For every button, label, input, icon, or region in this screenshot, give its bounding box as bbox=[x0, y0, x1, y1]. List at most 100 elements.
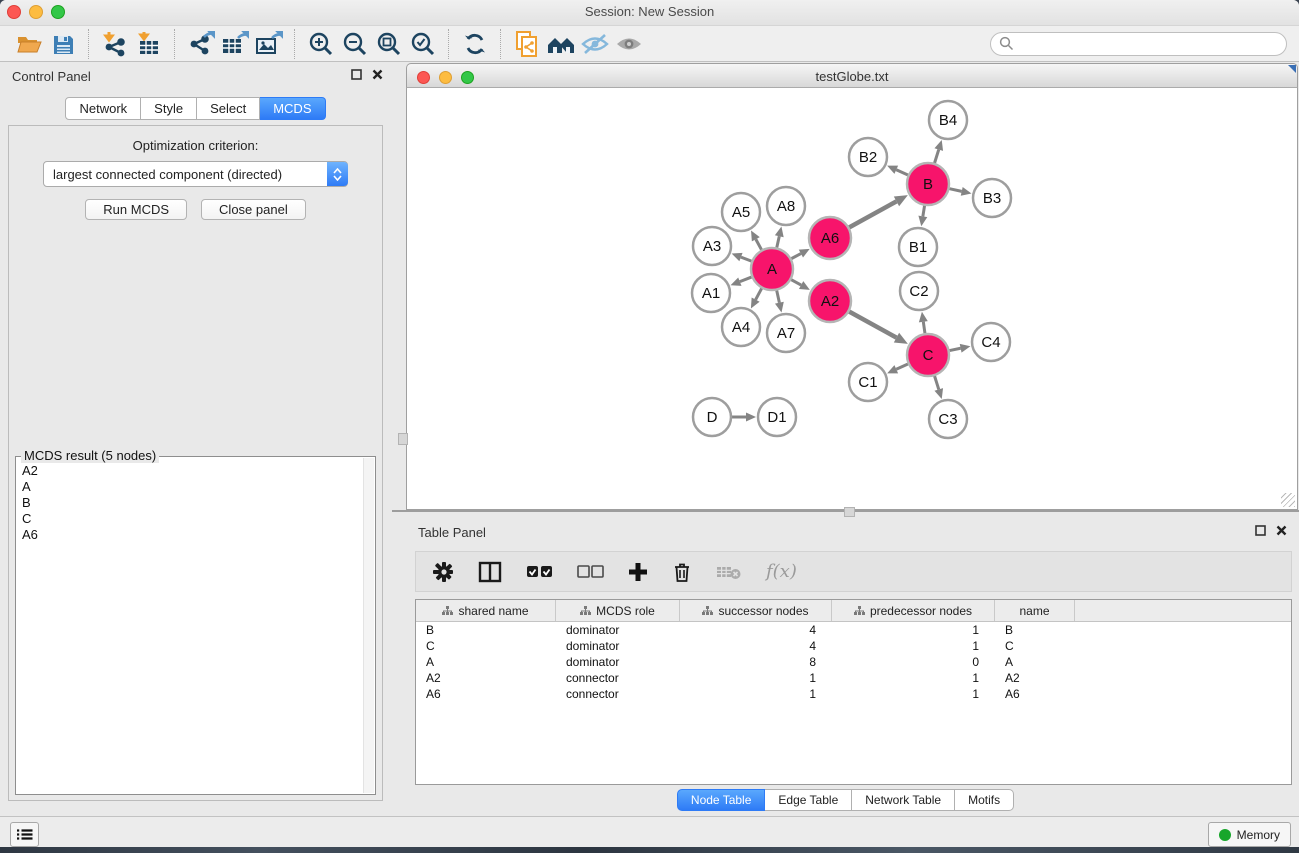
mcds-result-item[interactable]: A2 bbox=[22, 463, 375, 479]
edge-A-A3[interactable] bbox=[741, 257, 752, 261]
node-C[interactable]: C bbox=[907, 334, 949, 376]
float-panel-icon[interactable] bbox=[1255, 525, 1266, 536]
export-table-icon[interactable] bbox=[218, 29, 252, 59]
float-panel-icon[interactable] bbox=[351, 69, 362, 80]
edge-A-A4[interactable] bbox=[756, 288, 762, 299]
mcds-result-item[interactable]: B bbox=[22, 495, 375, 511]
criterion-select[interactable]: largest connected component (directed) bbox=[43, 161, 348, 187]
maximize-view-icon[interactable] bbox=[1288, 65, 1296, 73]
column-view-icon[interactable] bbox=[478, 561, 502, 583]
table-tab-motifs[interactable]: Motifs bbox=[955, 789, 1014, 811]
node-D1[interactable]: D1 bbox=[758, 398, 796, 436]
deselect-all-icon[interactable] bbox=[577, 565, 604, 579]
search-input[interactable] bbox=[1014, 36, 1278, 52]
save-session-icon[interactable] bbox=[46, 29, 80, 59]
new-network-from-selection-icon[interactable] bbox=[510, 29, 544, 59]
edge-C-C2[interactable] bbox=[923, 322, 925, 334]
delete-column-icon[interactable] bbox=[672, 561, 692, 583]
edge-A-A8[interactable] bbox=[777, 236, 780, 247]
resize-grip-icon[interactable] bbox=[1281, 493, 1295, 507]
zoom-selected-icon[interactable] bbox=[406, 29, 440, 59]
edge-C-C1[interactable] bbox=[896, 364, 908, 369]
mcds-result-item[interactable]: A6 bbox=[22, 527, 375, 543]
import-table-icon[interactable] bbox=[132, 29, 166, 59]
table-row[interactable]: A6connector11A6 bbox=[416, 686, 1291, 702]
zoom-out-icon[interactable] bbox=[338, 29, 372, 59]
run-mcds-button[interactable]: Run MCDS bbox=[85, 199, 187, 220]
node-B4[interactable]: B4 bbox=[929, 101, 967, 139]
node-A5[interactable]: A5 bbox=[722, 193, 760, 231]
close-panel-icon[interactable] bbox=[372, 69, 383, 80]
tab-mcds[interactable]: MCDS bbox=[260, 97, 325, 120]
edge-A2-C[interactable] bbox=[849, 312, 896, 338]
add-column-icon[interactable] bbox=[628, 562, 648, 582]
edge-B-B2[interactable] bbox=[896, 170, 908, 175]
edge-B-B1[interactable] bbox=[923, 206, 925, 217]
table-row[interactable]: Bdominator41B bbox=[416, 622, 1291, 638]
first-neighbors-icon[interactable] bbox=[544, 29, 578, 59]
show-panels-button[interactable] bbox=[10, 822, 39, 847]
column-header-name[interactable]: name bbox=[995, 600, 1075, 621]
edge-A-A6[interactable] bbox=[791, 254, 800, 259]
edge-A6-B[interactable] bbox=[849, 201, 896, 227]
node-C3[interactable]: C3 bbox=[929, 400, 967, 438]
node-A[interactable]: A bbox=[751, 248, 793, 290]
show-all-icon[interactable] bbox=[612, 29, 646, 59]
node-A7[interactable]: A7 bbox=[767, 314, 805, 352]
table-row[interactable]: Adominator80A bbox=[416, 654, 1291, 670]
node-A8[interactable]: A8 bbox=[767, 187, 805, 225]
edge-A-A1[interactable] bbox=[740, 277, 752, 282]
edge-C-C4[interactable] bbox=[950, 348, 961, 350]
edge-A-A7[interactable] bbox=[777, 290, 780, 302]
edge-B-B4[interactable] bbox=[935, 150, 939, 163]
column-header-predecessor-nodes[interactable]: predecessor nodes bbox=[832, 600, 995, 621]
memory-button[interactable]: Memory bbox=[1208, 822, 1291, 847]
delete-table-icon[interactable] bbox=[716, 564, 742, 580]
tab-network[interactable]: Network bbox=[65, 97, 141, 120]
import-network-icon[interactable] bbox=[98, 29, 132, 59]
table-tab-edge-table[interactable]: Edge Table bbox=[765, 789, 852, 811]
close-panel-icon[interactable] bbox=[1276, 525, 1287, 536]
column-header-shared-name[interactable]: shared name bbox=[416, 600, 556, 621]
column-header-successor-nodes[interactable]: successor nodes bbox=[680, 600, 832, 621]
node-B2[interactable]: B2 bbox=[849, 138, 887, 176]
network-window-titlebar[interactable]: testGlobe.txt bbox=[406, 63, 1298, 88]
node-C2[interactable]: C2 bbox=[900, 272, 938, 310]
mcds-result-item[interactable]: A bbox=[22, 479, 375, 495]
close-panel-button[interactable]: Close panel bbox=[201, 199, 306, 220]
refresh-icon[interactable] bbox=[458, 29, 492, 59]
export-image-icon[interactable] bbox=[252, 29, 286, 59]
settings-gear-icon[interactable] bbox=[432, 561, 454, 583]
edge-C-C3[interactable] bbox=[935, 376, 939, 389]
edge-B-B3[interactable] bbox=[949, 189, 961, 192]
table-tab-network-table[interactable]: Network Table bbox=[852, 789, 955, 811]
result-scrollbar[interactable] bbox=[363, 458, 374, 793]
function-builder-icon[interactable]: f(x) bbox=[766, 561, 797, 582]
node-B3[interactable]: B3 bbox=[973, 179, 1011, 217]
node-B1[interactable]: B1 bbox=[899, 228, 937, 266]
hide-selected-icon[interactable] bbox=[578, 29, 612, 59]
node-B[interactable]: B bbox=[907, 163, 949, 205]
network-canvas[interactable]: B4B2BB3B1A5A8A6A3AA1A2A4A7C2CC4C1C3DD1 bbox=[406, 88, 1298, 510]
tab-style[interactable]: Style bbox=[141, 97, 197, 120]
select-all-icon[interactable] bbox=[526, 565, 553, 579]
horizontal-splitter[interactable] bbox=[392, 510, 1299, 512]
column-header-MCDS-role[interactable]: MCDS role bbox=[556, 600, 680, 621]
open-file-icon[interactable] bbox=[12, 29, 46, 59]
node-D[interactable]: D bbox=[693, 398, 731, 436]
vertical-splitter-handle[interactable] bbox=[398, 433, 408, 445]
tab-select[interactable]: Select bbox=[197, 97, 260, 120]
mcds-result-item[interactable]: C bbox=[22, 511, 375, 527]
node-C4[interactable]: C4 bbox=[972, 323, 1010, 361]
node-A4[interactable]: A4 bbox=[722, 308, 760, 346]
edge-A-A2[interactable] bbox=[791, 280, 801, 285]
table-row[interactable]: A2connector11A2 bbox=[416, 670, 1291, 686]
edge-A-A5[interactable] bbox=[756, 239, 762, 249]
node-A3[interactable]: A3 bbox=[693, 227, 731, 265]
node-A6[interactable]: A6 bbox=[809, 217, 851, 259]
node-C1[interactable]: C1 bbox=[849, 363, 887, 401]
zoom-in-icon[interactable] bbox=[304, 29, 338, 59]
zoom-fit-icon[interactable] bbox=[372, 29, 406, 59]
table-tab-node-table[interactable]: Node Table bbox=[677, 789, 766, 811]
search-box[interactable] bbox=[990, 32, 1287, 56]
